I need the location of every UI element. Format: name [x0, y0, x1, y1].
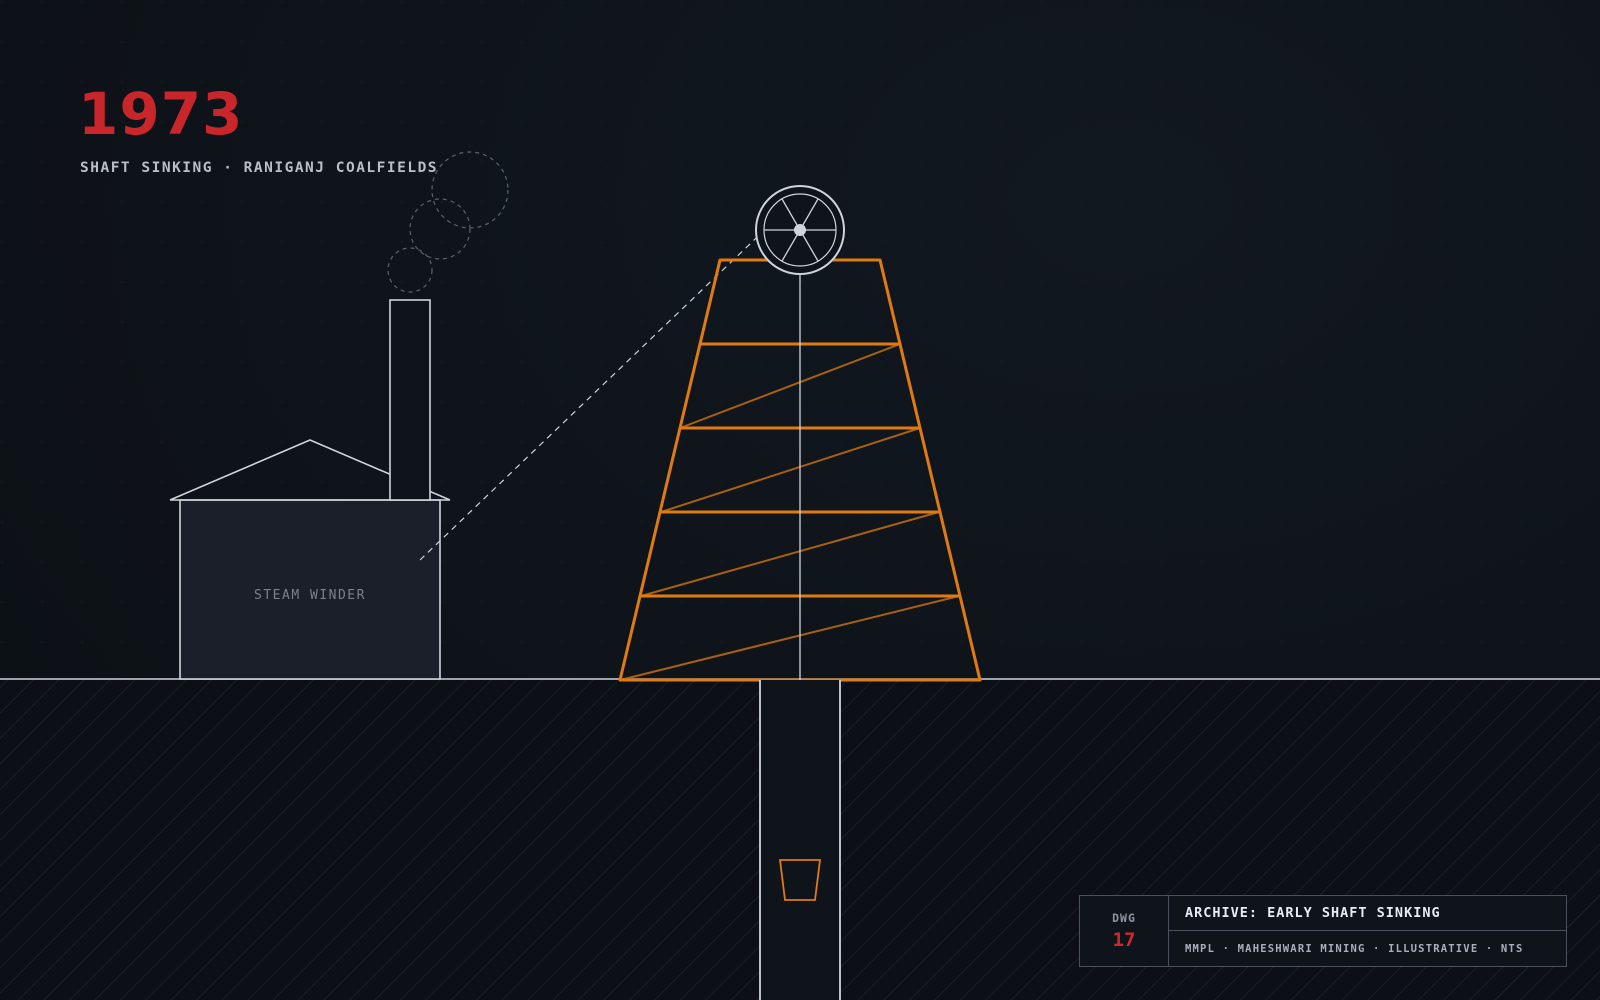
chimney [389, 299, 431, 501]
title-block-info: ARCHIVE: EARLY SHAFT SINKING MMPL · MAHE… [1169, 896, 1566, 966]
title-block: DWG 17 ARCHIVE: EARLY SHAFT SINKING MMPL… [1079, 895, 1567, 967]
drawing-meta: MMPL · MAHESHWARI MINING · ILLUSTRATIVE … [1185, 942, 1524, 955]
winder-label: STEAM WINDER [254, 588, 366, 603]
year-heading: 1973 [78, 80, 244, 148]
subtitle: SHAFT SINKING · RANIGANJ COALFIELDS [80, 160, 439, 176]
mine-shaft [759, 680, 841, 1000]
shaft-sinking-diagram: STEAM WINDER [0, 0, 1600, 1000]
drawing-title: ARCHIVE: EARLY SHAFT SINKING [1169, 896, 1566, 931]
drawing-number-cell: DWG 17 [1080, 896, 1169, 966]
dwg-label: DWG [1112, 911, 1136, 925]
sheave-wheel-icon [755, 185, 845, 275]
dwg-number: 17 [1112, 929, 1136, 951]
